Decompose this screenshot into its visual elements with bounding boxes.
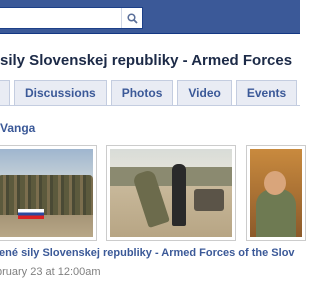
page-title: sily Slovenskej republiky - Armed Forces bbox=[0, 52, 293, 69]
photo-thumbnail-2[interactable] bbox=[106, 145, 236, 241]
top-bar bbox=[0, 0, 300, 34]
photo-thumbnail-1[interactable] bbox=[0, 145, 97, 241]
photo-image bbox=[0, 149, 93, 237]
page-tabs: Discussions Photos Video Events bbox=[0, 80, 298, 105]
tab-placeholder-left[interactable] bbox=[0, 80, 10, 105]
photo-image bbox=[110, 149, 232, 237]
photo-image bbox=[250, 149, 302, 237]
post-author-link[interactable]: Vanga bbox=[0, 121, 35, 135]
search-input[interactable] bbox=[0, 8, 121, 28]
post-timestamp: bruary 23 at 12:00am bbox=[0, 266, 101, 278]
photo-thumbnail-3[interactable] bbox=[246, 145, 306, 241]
search-button[interactable] bbox=[121, 8, 142, 28]
tab-divider bbox=[0, 105, 300, 106]
search-box[interactable] bbox=[0, 7, 143, 29]
tab-events[interactable]: Events bbox=[235, 80, 298, 105]
tab-discussions[interactable]: Discussions bbox=[14, 80, 107, 105]
search-icon bbox=[126, 12, 138, 24]
tab-video[interactable]: Video bbox=[177, 80, 232, 105]
tab-photos[interactable]: Photos bbox=[110, 80, 174, 105]
album-title-link[interactable]: jené sily Slovenskej republiky - Armed F… bbox=[0, 247, 306, 259]
